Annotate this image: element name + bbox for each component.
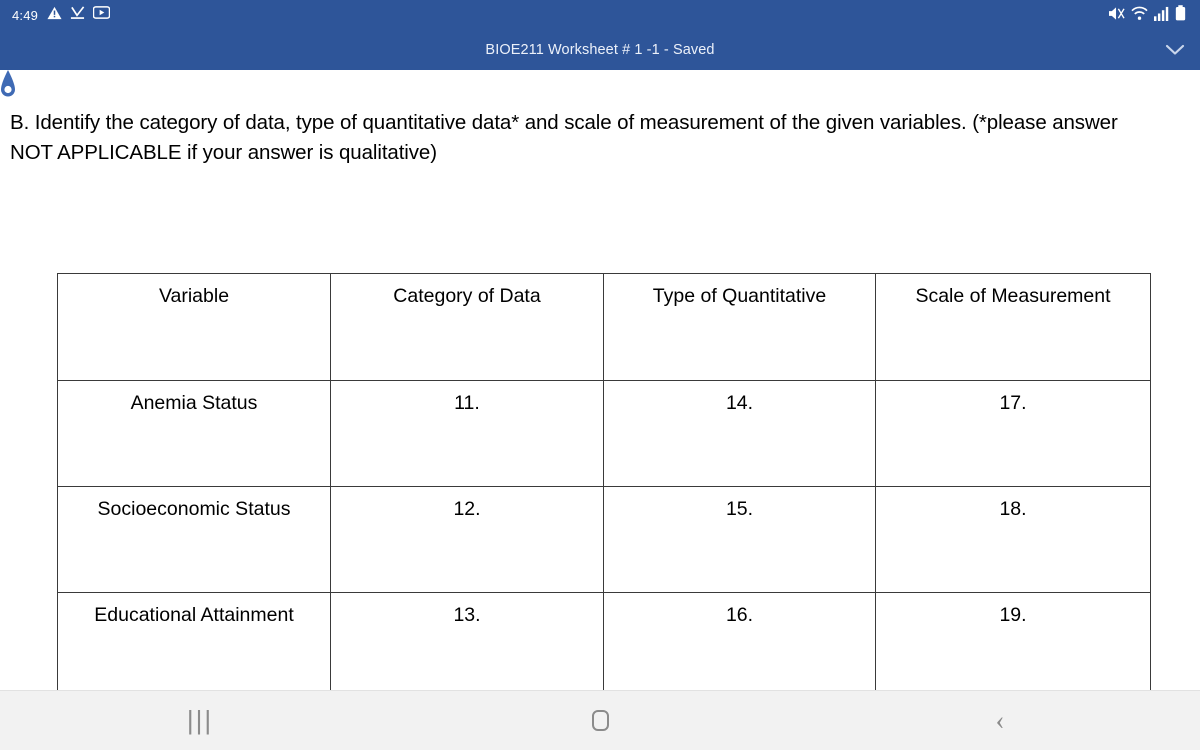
system-navigation-bar: ||| ‹ <box>0 690 1200 750</box>
cell-type-of-quantitative[interactable]: 15. <box>603 486 876 593</box>
answer-table[interactable]: Variable Category of Data Type of Quanti… <box>57 273 1151 703</box>
recents-icon: ||| <box>186 705 214 735</box>
cell-variable[interactable]: Anemia Status <box>57 380 331 487</box>
cell-variable[interactable]: Socioeconomic Status <box>57 486 331 593</box>
app-title-bar: BIOE211 Worksheet # 1 -1 - Saved <box>0 30 1200 70</box>
document-title: BIOE211 Worksheet # 1 -1 - Saved <box>485 42 715 58</box>
battery-icon <box>1175 4 1186 26</box>
mute-icon <box>1108 6 1125 26</box>
download-check-icon <box>70 5 85 25</box>
back-icon: ‹ <box>995 705 1005 735</box>
table-header-scale-of-measurement: Scale of Measurement <box>875 273 1151 381</box>
cell-category-of-data[interactable]: 12. <box>330 486 604 593</box>
table-header-variable: Variable <box>57 273 331 381</box>
status-bar-right-icons <box>1108 4 1190 26</box>
status-bar: 4:49 <box>0 0 1200 30</box>
wifi-icon <box>1131 6 1148 26</box>
table-row[interactable]: Educational Attainment 13. 16. 19. <box>57 592 1151 703</box>
table-header-category-of-data: Category of Data <box>330 273 604 381</box>
table-header-row: Variable Category of Data Type of Quanti… <box>57 273 1151 381</box>
back-button[interactable]: ‹ <box>800 691 1200 750</box>
table-row[interactable]: Anemia Status 11. 14. 17. <box>57 380 1151 487</box>
chevron-down-icon[interactable] <box>1164 39 1186 61</box>
table-row[interactable]: Socioeconomic Status 12. 15. 18. <box>57 486 1151 593</box>
cell-type-of-quantitative[interactable]: 16. <box>603 592 876 703</box>
cell-scale-of-measurement[interactable]: 18. <box>875 486 1151 593</box>
text-selection-handle-icon[interactable] <box>0 70 22 100</box>
cell-scale-of-measurement[interactable]: 17. <box>875 380 1151 487</box>
warning-triangle-icon <box>47 6 62 25</box>
status-bar-clock: 4:49 <box>12 7 39 23</box>
cell-category-of-data[interactable]: 13. <box>330 592 604 703</box>
cell-category-of-data[interactable]: 11. <box>330 380 604 487</box>
document-canvas[interactable]: B. Identify the category of data, type o… <box>0 70 1200 747</box>
recents-button[interactable]: ||| <box>0 691 400 750</box>
home-icon <box>591 710 609 731</box>
status-bar-left-icons <box>47 5 111 25</box>
video-player-icon <box>92 6 111 24</box>
home-button[interactable] <box>400 691 800 750</box>
screen: 4:49 BIOE211 Worksheet # 1 -1 - Saved B.… <box>0 0 1200 750</box>
cell-type-of-quantitative[interactable]: 14. <box>603 380 876 487</box>
cell-scale-of-measurement[interactable]: 19. <box>875 592 1151 703</box>
table-header-type-of-quantitative: Type of Quantitative <box>603 273 876 381</box>
cell-variable[interactable]: Educational Attainment <box>57 592 331 703</box>
signal-bars-icon <box>1154 6 1169 26</box>
instruction-paragraph: B. Identify the category of data, type o… <box>10 111 1118 164</box>
